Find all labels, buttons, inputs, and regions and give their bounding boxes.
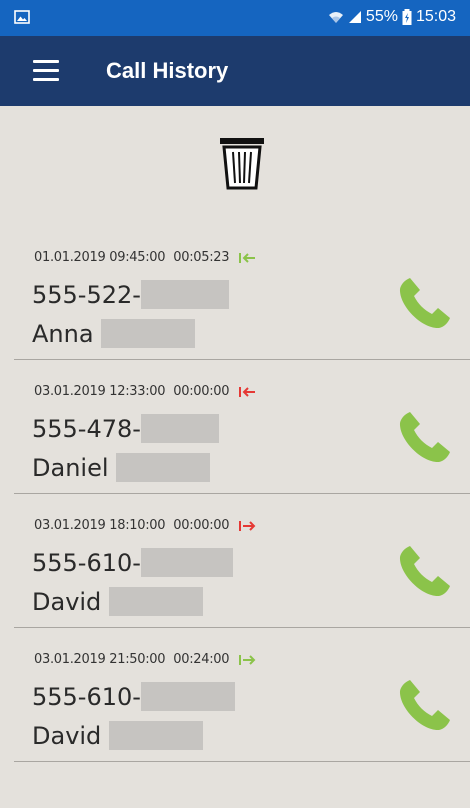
call-meta: 01.01.2019 09:45:00 00:05:23 bbox=[34, 250, 257, 265]
app-bar: Call History bbox=[0, 36, 470, 106]
call-meta: 03.01.2019 12:33:00 00:00:00 bbox=[34, 384, 257, 399]
redacted-block bbox=[101, 318, 196, 348]
call-meta: 03.01.2019 18:10:00 00:00:00 bbox=[34, 518, 257, 533]
call-duration: 00:24:00 bbox=[173, 652, 230, 667]
call-list-item[interactable]: 03.01.2019 18:10:00 00:00:00 555-610- Da… bbox=[14, 494, 470, 628]
trash-icon[interactable] bbox=[218, 136, 266, 190]
redacted-block bbox=[140, 547, 233, 577]
missed-incoming-call-icon bbox=[239, 386, 256, 397]
call-list-item[interactable]: 03.01.2019 21:50:00 00:24:00 555-610- Da… bbox=[14, 628, 470, 762]
phone-icon[interactable] bbox=[396, 276, 452, 332]
gallery-icon bbox=[14, 10, 30, 24]
missed-outgoing-call-icon bbox=[239, 520, 256, 531]
call-meta: 03.01.2019 21:50:00 00:24:00 bbox=[34, 652, 257, 667]
call-name: Anna bbox=[32, 318, 196, 350]
call-datetime: 03.01.2019 12:33:00 bbox=[34, 384, 166, 399]
redacted-block bbox=[140, 279, 229, 309]
call-list-item[interactable]: 03.01.2019 12:33:00 00:00:00 555-478- Da… bbox=[14, 360, 470, 494]
clock: 15:03 bbox=[415, 8, 456, 25]
call-list-item[interactable]: 01.01.2019 09:45:00 00:05:23 555-522- An… bbox=[14, 226, 470, 360]
page-title: Call History bbox=[106, 58, 229, 83]
phone-icon[interactable] bbox=[396, 544, 452, 600]
call-datetime: 01.01.2019 09:45:00 bbox=[34, 250, 166, 265]
call-name: Daniel bbox=[32, 452, 211, 484]
status-bar: 55% 15:03 bbox=[0, 0, 470, 36]
call-name: David bbox=[32, 586, 203, 618]
redacted-block bbox=[116, 452, 211, 482]
call-number: 555-610- bbox=[32, 547, 233, 579]
call-datetime: 03.01.2019 21:50:00 bbox=[34, 652, 166, 667]
phone-icon[interactable] bbox=[396, 410, 452, 466]
outgoing-call-icon bbox=[239, 654, 256, 665]
signal-icon bbox=[348, 11, 361, 23]
call-name: David bbox=[32, 720, 203, 752]
call-duration: 00:00:00 bbox=[173, 518, 230, 533]
redacted-block bbox=[108, 586, 203, 616]
battery-charging-icon bbox=[402, 9, 412, 25]
call-datetime: 03.01.2019 18:10:00 bbox=[34, 518, 166, 533]
menu-icon[interactable] bbox=[33, 60, 59, 82]
call-number: 555-522- bbox=[32, 279, 229, 311]
battery-percent: 55% bbox=[365, 8, 398, 25]
call-duration: 00:00:00 bbox=[173, 384, 230, 399]
status-indicators: 55% 15:03 bbox=[328, 8, 456, 26]
call-number: 555-610- bbox=[32, 681, 235, 713]
incoming-call-icon bbox=[239, 252, 256, 263]
redacted-block bbox=[140, 681, 235, 711]
call-number: 555-478- bbox=[32, 413, 219, 445]
call-list: 01.01.2019 09:45:00 00:05:23 555-522- An… bbox=[14, 226, 470, 762]
phone-icon[interactable] bbox=[396, 678, 452, 734]
call-duration: 00:05:23 bbox=[173, 250, 230, 265]
redacted-block bbox=[140, 413, 219, 443]
wifi-icon bbox=[328, 12, 343, 23]
redacted-block bbox=[108, 720, 203, 750]
